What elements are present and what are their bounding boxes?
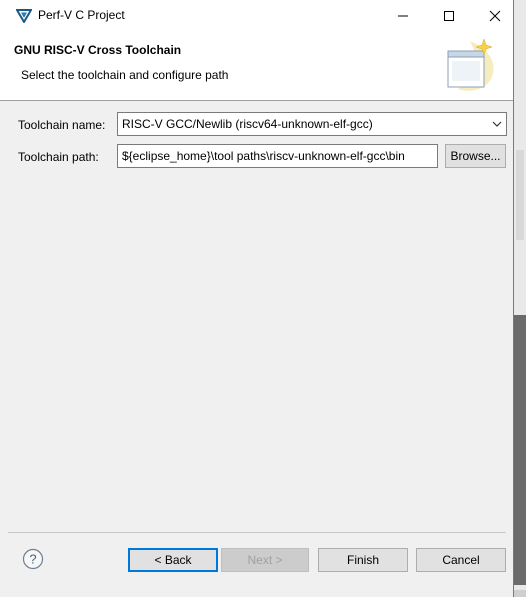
toolchain-name-label: Toolchain name: [18, 118, 106, 132]
cancel-button[interactable]: Cancel [416, 548, 506, 572]
background-panel [516, 150, 524, 240]
toolchain-path-label: Toolchain path: [18, 150, 99, 164]
minimize-button[interactable] [380, 0, 426, 31]
close-icon [489, 10, 501, 21]
maximize-icon [444, 10, 454, 21]
minimize-icon [398, 15, 408, 16]
maximize-button[interactable] [426, 0, 472, 31]
wizard-banner-icon [447, 38, 494, 91]
title-bar[interactable]: Perf-V C Project [0, 0, 513, 31]
toolchain-name-value: RISC-V GCC/Newlib (riscv64-unknown-elf-g… [122, 117, 373, 131]
back-button[interactable]: < Back [128, 548, 218, 572]
background-window-right [514, 0, 526, 597]
wizard-content-area [8, 176, 506, 533]
chevron-down-icon [492, 121, 502, 127]
svg-text:?: ? [29, 552, 36, 567]
close-button[interactable] [472, 0, 518, 31]
new-project-dialog: Perf-V C Project GNU RISC-V Cross Toolch… [0, 0, 514, 597]
page-title: GNU RISC-V Cross Toolchain [14, 43, 182, 57]
finish-button[interactable]: Finish [318, 548, 408, 572]
toolchain-path-input[interactable]: ${eclipse_home}\tool paths\riscv-unknown… [117, 144, 438, 168]
background-panel-dark [514, 315, 526, 585]
background-panel-bottom [514, 590, 526, 597]
browse-button[interactable]: Browse... [445, 144, 506, 168]
perf-v-logo-icon [16, 9, 32, 23]
toolchain-name-select[interactable]: RISC-V GCC/Newlib (riscv64-unknown-elf-g… [117, 112, 507, 136]
page-description: Select the toolchain and configure path [21, 68, 229, 82]
window-title: Perf-V C Project [38, 8, 125, 22]
wizard-header: GNU RISC-V Cross Toolchain Select the to… [0, 31, 513, 101]
next-button[interactable]: Next > [221, 548, 309, 572]
help-icon[interactable]: ? [22, 548, 44, 570]
